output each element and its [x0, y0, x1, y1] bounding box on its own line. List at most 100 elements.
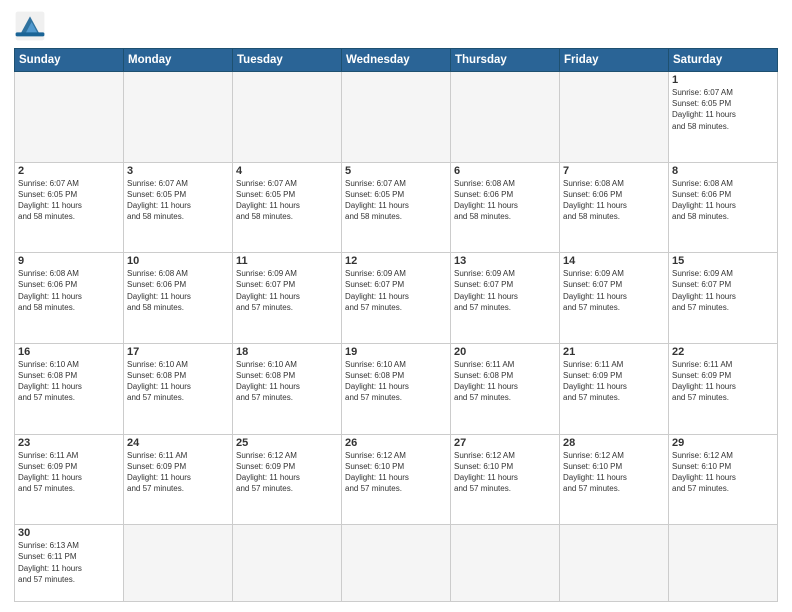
calendar-cell: 9Sunrise: 6:08 AM Sunset: 6:06 PM Daylig… — [15, 253, 124, 344]
weekday-header-thursday: Thursday — [451, 49, 560, 72]
day-number: 5 — [345, 165, 447, 177]
calendar-cell: 27Sunrise: 6:12 AM Sunset: 6:10 PM Dayli… — [451, 434, 560, 525]
day-number: 4 — [236, 165, 338, 177]
calendar-cell — [233, 72, 342, 163]
header — [14, 10, 778, 42]
day-number: 20 — [454, 346, 556, 358]
calendar-cell: 10Sunrise: 6:08 AM Sunset: 6:06 PM Dayli… — [124, 253, 233, 344]
weekday-header-wednesday: Wednesday — [342, 49, 451, 72]
calendar-cell: 5Sunrise: 6:07 AM Sunset: 6:05 PM Daylig… — [342, 162, 451, 253]
calendar-cell: 17Sunrise: 6:10 AM Sunset: 6:08 PM Dayli… — [124, 343, 233, 434]
logo — [14, 10, 50, 42]
weekday-header-friday: Friday — [560, 49, 669, 72]
day-number: 11 — [236, 255, 338, 267]
calendar-cell — [669, 525, 778, 602]
day-number: 19 — [345, 346, 447, 358]
calendar-cell: 4Sunrise: 6:07 AM Sunset: 6:05 PM Daylig… — [233, 162, 342, 253]
calendar-cell: 22Sunrise: 6:11 AM Sunset: 6:09 PM Dayli… — [669, 343, 778, 434]
day-number: 18 — [236, 346, 338, 358]
day-number: 9 — [18, 255, 120, 267]
day-number: 25 — [236, 437, 338, 449]
calendar-cell: 16Sunrise: 6:10 AM Sunset: 6:08 PM Dayli… — [15, 343, 124, 434]
calendar-cell: 3Sunrise: 6:07 AM Sunset: 6:05 PM Daylig… — [124, 162, 233, 253]
calendar-cell: 14Sunrise: 6:09 AM Sunset: 6:07 PM Dayli… — [560, 253, 669, 344]
page: SundayMondayTuesdayWednesdayThursdayFrid… — [0, 0, 792, 612]
calendar-cell: 29Sunrise: 6:12 AM Sunset: 6:10 PM Dayli… — [669, 434, 778, 525]
day-info: Sunrise: 6:08 AM Sunset: 6:06 PM Dayligh… — [563, 178, 665, 223]
day-info: Sunrise: 6:08 AM Sunset: 6:06 PM Dayligh… — [672, 178, 774, 223]
day-info: Sunrise: 6:12 AM Sunset: 6:10 PM Dayligh… — [672, 450, 774, 495]
calendar-cell: 20Sunrise: 6:11 AM Sunset: 6:08 PM Dayli… — [451, 343, 560, 434]
calendar-cell: 6Sunrise: 6:08 AM Sunset: 6:06 PM Daylig… — [451, 162, 560, 253]
calendar-cell — [124, 525, 233, 602]
calendar-cell — [15, 72, 124, 163]
day-info: Sunrise: 6:11 AM Sunset: 6:08 PM Dayligh… — [454, 359, 556, 404]
calendar-cell: 23Sunrise: 6:11 AM Sunset: 6:09 PM Dayli… — [15, 434, 124, 525]
calendar-cell: 13Sunrise: 6:09 AM Sunset: 6:07 PM Dayli… — [451, 253, 560, 344]
calendar-cell: 19Sunrise: 6:10 AM Sunset: 6:08 PM Dayli… — [342, 343, 451, 434]
weekday-header-saturday: Saturday — [669, 49, 778, 72]
day-number: 17 — [127, 346, 229, 358]
day-info: Sunrise: 6:09 AM Sunset: 6:07 PM Dayligh… — [672, 268, 774, 313]
calendar-week-row: 23Sunrise: 6:11 AM Sunset: 6:09 PM Dayli… — [15, 434, 778, 525]
day-number: 27 — [454, 437, 556, 449]
day-number: 2 — [18, 165, 120, 177]
day-number: 14 — [563, 255, 665, 267]
day-info: Sunrise: 6:12 AM Sunset: 6:09 PM Dayligh… — [236, 450, 338, 495]
day-info: Sunrise: 6:09 AM Sunset: 6:07 PM Dayligh… — [345, 268, 447, 313]
calendar-week-row: 30Sunrise: 6:13 AM Sunset: 6:11 PM Dayli… — [15, 525, 778, 602]
calendar-cell: 18Sunrise: 6:10 AM Sunset: 6:08 PM Dayli… — [233, 343, 342, 434]
calendar-week-row: 9Sunrise: 6:08 AM Sunset: 6:06 PM Daylig… — [15, 253, 778, 344]
day-info: Sunrise: 6:07 AM Sunset: 6:05 PM Dayligh… — [345, 178, 447, 223]
day-info: Sunrise: 6:13 AM Sunset: 6:11 PM Dayligh… — [18, 540, 120, 585]
calendar-cell: 1Sunrise: 6:07 AM Sunset: 6:05 PM Daylig… — [669, 72, 778, 163]
calendar-week-row: 16Sunrise: 6:10 AM Sunset: 6:08 PM Dayli… — [15, 343, 778, 434]
calendar-header-row: SundayMondayTuesdayWednesdayThursdayFrid… — [15, 49, 778, 72]
day-info: Sunrise: 6:11 AM Sunset: 6:09 PM Dayligh… — [18, 450, 120, 495]
day-info: Sunrise: 6:10 AM Sunset: 6:08 PM Dayligh… — [127, 359, 229, 404]
calendar-cell — [124, 72, 233, 163]
day-info: Sunrise: 6:12 AM Sunset: 6:10 PM Dayligh… — [345, 450, 447, 495]
day-info: Sunrise: 6:10 AM Sunset: 6:08 PM Dayligh… — [236, 359, 338, 404]
day-info: Sunrise: 6:07 AM Sunset: 6:05 PM Dayligh… — [127, 178, 229, 223]
day-info: Sunrise: 6:09 AM Sunset: 6:07 PM Dayligh… — [454, 268, 556, 313]
generalblue-logo-icon — [14, 10, 46, 42]
day-info: Sunrise: 6:10 AM Sunset: 6:08 PM Dayligh… — [18, 359, 120, 404]
calendar-cell — [233, 525, 342, 602]
calendar-cell — [560, 525, 669, 602]
day-number: 28 — [563, 437, 665, 449]
day-number: 29 — [672, 437, 774, 449]
calendar-cell: 7Sunrise: 6:08 AM Sunset: 6:06 PM Daylig… — [560, 162, 669, 253]
calendar-cell: 24Sunrise: 6:11 AM Sunset: 6:09 PM Dayli… — [124, 434, 233, 525]
calendar-cell — [451, 525, 560, 602]
day-info: Sunrise: 6:10 AM Sunset: 6:08 PM Dayligh… — [345, 359, 447, 404]
day-number: 13 — [454, 255, 556, 267]
weekday-header-tuesday: Tuesday — [233, 49, 342, 72]
calendar-cell — [342, 525, 451, 602]
day-info: Sunrise: 6:09 AM Sunset: 6:07 PM Dayligh… — [563, 268, 665, 313]
day-number: 1 — [672, 74, 774, 86]
day-info: Sunrise: 6:08 AM Sunset: 6:06 PM Dayligh… — [454, 178, 556, 223]
calendar-cell: 26Sunrise: 6:12 AM Sunset: 6:10 PM Dayli… — [342, 434, 451, 525]
day-info: Sunrise: 6:07 AM Sunset: 6:05 PM Dayligh… — [672, 87, 774, 132]
day-number: 30 — [18, 527, 120, 539]
day-number: 26 — [345, 437, 447, 449]
calendar-cell: 11Sunrise: 6:09 AM Sunset: 6:07 PM Dayli… — [233, 253, 342, 344]
calendar-cell — [451, 72, 560, 163]
day-number: 23 — [18, 437, 120, 449]
day-info: Sunrise: 6:11 AM Sunset: 6:09 PM Dayligh… — [563, 359, 665, 404]
calendar-cell: 21Sunrise: 6:11 AM Sunset: 6:09 PM Dayli… — [560, 343, 669, 434]
weekday-header-sunday: Sunday — [15, 49, 124, 72]
day-info: Sunrise: 6:08 AM Sunset: 6:06 PM Dayligh… — [18, 268, 120, 313]
day-number: 21 — [563, 346, 665, 358]
day-number: 6 — [454, 165, 556, 177]
day-number: 22 — [672, 346, 774, 358]
calendar-table: SundayMondayTuesdayWednesdayThursdayFrid… — [14, 48, 778, 602]
day-number: 3 — [127, 165, 229, 177]
day-number: 24 — [127, 437, 229, 449]
day-number: 7 — [563, 165, 665, 177]
calendar-week-row: 1Sunrise: 6:07 AM Sunset: 6:05 PM Daylig… — [15, 72, 778, 163]
day-info: Sunrise: 6:07 AM Sunset: 6:05 PM Dayligh… — [236, 178, 338, 223]
calendar-cell — [342, 72, 451, 163]
day-info: Sunrise: 6:11 AM Sunset: 6:09 PM Dayligh… — [127, 450, 229, 495]
